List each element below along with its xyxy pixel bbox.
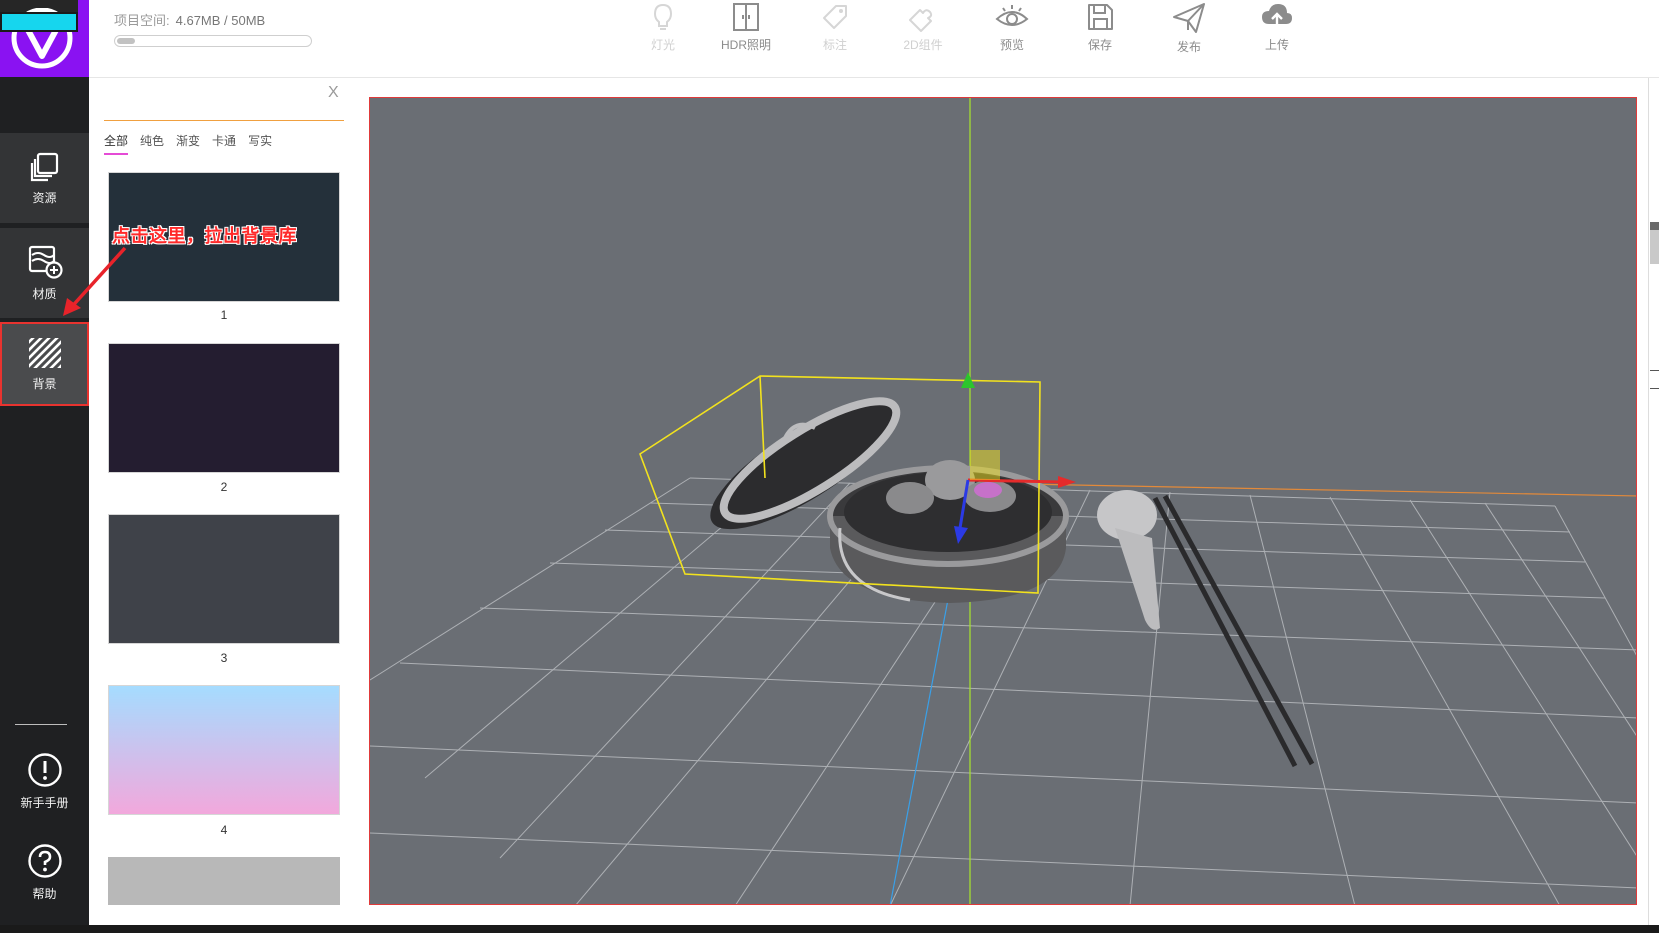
background-library-panel: X 全部 纯色 渐变 卡通 写实 1 2 3 4 [89,78,359,928]
sidebar-item-resources[interactable]: 资源 [0,133,89,223]
tool-2d-component-button[interactable]: 2D组件 [883,0,963,60]
question-icon [27,844,62,878]
background-thumbnail-label: 4 [220,823,228,837]
annotation-arrow-icon [63,246,127,316]
panel-edge-tick [1650,388,1659,389]
scrollbar-marker [1650,222,1659,230]
logo-title-bar [0,12,78,32]
eye-icon [995,5,1029,26]
hdr-icon [733,3,759,31]
x-axis-line [969,482,1636,497]
tool-label: 发布 [1176,40,1201,54]
background-thumbnail-label: 1 [220,308,228,322]
library-tabs: 全部 纯色 渐变 卡通 写实 [104,132,272,155]
tab-solid[interactable]: 纯色 [140,132,164,155]
storage-progress-fill [117,38,135,44]
background-thumbnail-3[interactable] [108,514,340,644]
tool-label: 标注 [822,38,847,52]
storage-label: 项目空间: [114,13,170,28]
background-thumbnail-2[interactable] [108,343,340,473]
bottom-strip [0,925,1659,933]
sidebar-divider [15,724,67,725]
spoon-model [1097,490,1160,630]
tool-label: 灯光 [650,38,675,52]
background-thumbnail-label: 3 [220,651,228,665]
sidebar-item-background[interactable]: 背景 [0,322,89,406]
sidebar-item-label: 材质 [32,286,57,301]
exclamation-icon [27,753,62,787]
background-thumbnail-4[interactable] [108,685,340,815]
top-toolbar: 项目空间: 4.67MB / 50MB 灯光 HDR照明 标注 2D组件 预览 … [89,0,1659,78]
puzzle-icon [909,9,933,32]
tool-upload-button[interactable]: 上传 [1237,0,1317,60]
sidebar-item-help[interactable]: 帮助 [0,843,89,915]
tab-gradient[interactable]: 渐变 [176,132,200,155]
stripes-icon [28,337,61,368]
scene-canvas[interactable] [370,98,1637,905]
tool-preview-button[interactable]: 预览 [972,0,1052,60]
library-header-divider [104,120,344,121]
background-thumbnail-label: 2 [220,480,228,494]
sidebar-item-label: 帮助 [32,887,57,901]
tool-label: 2D组件 [903,38,943,52]
tool-label: 保存 [1087,38,1112,52]
tutorial-annotation: 点击这里，拉出背景库 [112,226,297,246]
cloud-upload-icon [1262,4,1292,30]
tool-annotate-button[interactable]: 标注 [795,0,875,60]
tab-realistic[interactable]: 写实 [248,132,272,155]
sidebar-item-label: 资源 [32,190,57,205]
send-icon [1173,3,1205,33]
logo [0,0,89,77]
tool-publish-button[interactable]: 发布 [1149,0,1229,60]
tool-light-button[interactable]: 灯光 [623,0,703,60]
storage-indicator: 项目空间: 4.67MB / 50MB [114,10,265,29]
right-panel-edge [1648,78,1659,928]
chopsticks-model [1152,494,1315,768]
bulb-icon [653,3,673,30]
tool-save-button[interactable]: 保存 [1060,0,1140,60]
save-icon [1088,4,1113,30]
panel-edge-tick [1650,370,1659,371]
tag-icon [823,5,847,29]
storage-progress-bar [114,35,312,47]
sidebar-item-guide[interactable]: 新手手册 [0,752,89,824]
library-close-button[interactable]: X [328,84,339,102]
sidebar-item-label: 新手手册 [20,796,69,810]
tool-label: 上传 [1264,38,1289,52]
3d-viewport[interactable] [369,97,1637,905]
tool-label: 预览 [999,38,1024,52]
sidebar: 资源 材质 背景 新手手册 帮助 [0,0,89,933]
storage-value: 4.67MB / 50MB [175,13,266,28]
tool-hdr-button[interactable]: HDR照明 [706,0,786,60]
tab-all[interactable]: 全部 [104,132,129,155]
tool-label: HDR照明 [721,38,771,52]
sidebar-item-label: 背景 [32,376,57,391]
background-thumbnail-5[interactable] [108,857,340,905]
layers-icon [30,152,58,181]
tab-cartoon[interactable]: 卡通 [212,132,236,155]
